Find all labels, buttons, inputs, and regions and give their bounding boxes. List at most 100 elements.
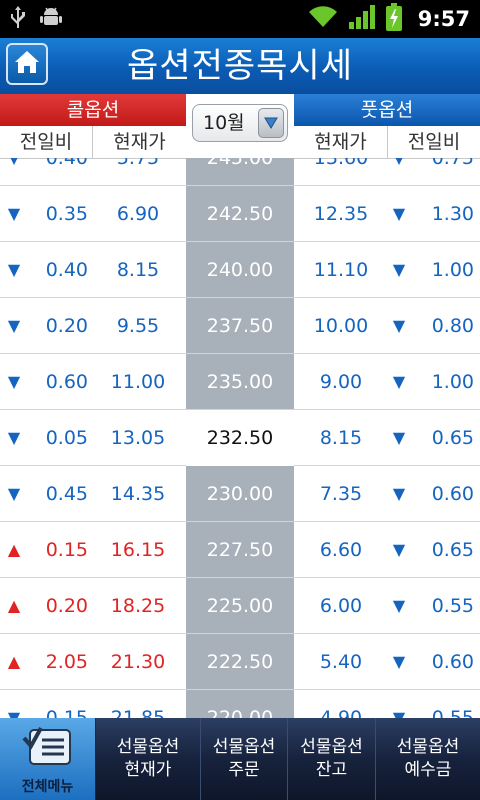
strike-price: 232.50 [186,410,294,466]
down-triangle-icon: ▼ [392,596,406,615]
month-select[interactable]: 10월 [192,104,288,142]
all-menu-label: 전체메뉴 [21,779,74,795]
put-change: 0.55 [431,595,474,617]
call-price: 21.85 [110,707,166,718]
down-triangle-icon: ▼ [7,708,21,718]
strike-price: 240.00 [206,259,274,281]
put-change: 1.00 [431,371,474,393]
call-change: 0.15 [45,539,88,561]
table-row[interactable]: ▼ 0.40 5.75 245.00 13.60 ▼ 0.75 [0,158,480,186]
table-row[interactable]: ▲ 2.05 21.30 222.50 5.40 ▼ 0.60 [0,634,480,690]
put-price: 6.60 [319,539,363,561]
button-label-line1: 선물옵션 [212,737,276,757]
button-label-line1: 선물옵션 [396,737,460,757]
all-menu-button[interactable]: 전체메뉴 [0,718,96,800]
call-change-header: 전일비 [0,126,93,159]
futures-options-price-button[interactable]: 선물옵션 현재가 [96,718,201,800]
call-price: 21.30 [110,651,166,673]
put-price: 4.90 [319,707,363,718]
table-row[interactable]: ▼ 0.35 6.90 242.50 12.35 ▼ 1.30 [0,186,480,242]
clock: 9:57 [417,7,470,31]
put-price: 13.60 [313,158,369,169]
option-quote-table[interactable]: ▼ 0.40 5.75 245.00 13.60 ▼ 0.75 ▼ 0.35 6.90 242.50… [0,158,480,718]
down-triangle-icon: ▼ [392,316,406,335]
down-triangle-icon: ▼ [392,484,406,503]
futures-options-deposit-button[interactable]: 선물옵션 예수금 [376,718,480,800]
strike-price: 222.50 [206,651,274,673]
month-value: 10월 [203,112,245,134]
table-row[interactable]: ▼ 0.05 13.05 232.50 8.15 ▼ 0.65 [0,410,480,466]
down-triangle-icon: ▼ [392,372,406,391]
button-label-line1: 선물옵션 [116,737,180,757]
put-change: 0.60 [431,483,474,505]
menu-list-icon [22,726,74,774]
strike-price: 237.50 [206,315,274,337]
put-change: 0.55 [431,707,474,718]
put-change: 0.65 [431,539,474,561]
call-price: 5.75 [116,158,160,169]
put-price: 12.35 [313,203,369,225]
call-change: 0.40 [45,158,88,169]
month-selector-area: 10월 [186,94,294,158]
put-change: 0.75 [431,158,474,169]
call-change: 0.20 [45,595,88,617]
wifi-icon [308,5,338,33]
android-debug-icon [40,6,62,32]
futures-options-order-button[interactable]: 선물옵션 주문 [201,718,288,800]
button-label-line2: 잔고 [315,760,348,780]
put-change: 1.00 [431,259,474,281]
table-row[interactable]: ▼ 0.15 21.85 220.00 4.90 ▼ 0.55 [0,690,480,718]
call-price: 11.00 [110,371,166,393]
strike-price: 235.00 [206,371,274,393]
down-triangle-icon: ▼ [7,204,21,223]
call-change: 2.05 [45,651,88,673]
button-label-line2: 주문 [228,760,260,780]
put-option-header: 풋옵션 [294,94,480,126]
call-price: 6.90 [116,203,160,225]
call-change: 0.05 [45,427,88,449]
table-rows: ▼ 0.40 5.75 245.00 13.60 ▼ 0.75 ▼ 0.35 6.90 242.50… [0,158,480,718]
page-title: 옵션전종목시세 [127,46,353,86]
button-label-line2: 예수금 [404,760,452,780]
bottom-bar: 전체메뉴 선물옵션 현재가 선물옵션 주문 선물옵션 잔고 선물옵션 예수금 [0,718,480,800]
call-price: 16.15 [110,539,166,561]
call-change: 0.45 [45,483,88,505]
call-change: 0.35 [45,203,88,225]
put-price: 6.00 [319,595,363,617]
home-button[interactable] [6,43,48,85]
put-price: 11.10 [313,259,369,281]
table-row[interactable]: ▼ 0.40 8.15 240.00 11.10 ▼ 1.00 [0,242,480,298]
call-change: 0.40 [45,259,88,281]
call-price: 18.25 [110,595,166,617]
up-triangle-icon: ▲ [7,540,21,559]
down-triangle-icon: ▼ [7,372,21,391]
down-triangle-icon: ▼ [392,652,406,671]
down-triangle-icon: ▼ [392,708,406,718]
put-change: 0.65 [431,427,474,449]
table-row[interactable]: ▼ 0.45 14.35 230.00 7.35 ▼ 0.60 [0,466,480,522]
table-row[interactable]: ▲ 0.20 18.25 225.00 6.00 ▼ 0.55 [0,578,480,634]
call-change: 0.60 [45,371,88,393]
down-triangle-icon: ▼ [392,204,406,223]
down-triangle-icon: ▼ [389,158,409,186]
put-change: 0.80 [431,315,474,337]
put-price: 8.15 [319,427,363,449]
table-row[interactable]: ▼ 0.20 9.55 237.50 10.00 ▼ 0.80 [0,298,480,354]
down-triangle-icon: ▼ [7,484,21,503]
home-icon [14,50,40,78]
down-triangle-icon: ▼ [7,316,21,335]
put-price: 7.35 [319,483,363,505]
strike-price: 245.00 [206,158,274,169]
call-change: 0.15 [45,707,88,718]
signal-icon [348,4,376,34]
down-triangle-icon: ▼ [7,428,21,447]
strike-price: 230.00 [206,483,274,505]
chevron-down-icon[interactable] [258,108,284,138]
futures-options-balance-button[interactable]: 선물옵션 잔고 [288,718,376,800]
button-label-line2: 현재가 [124,760,172,780]
table-row[interactable]: ▲ 0.15 16.15 227.50 6.60 ▼ 0.65 [0,522,480,578]
down-triangle-icon: ▼ [392,428,406,447]
strike-price: 242.50 [206,203,274,225]
table-row[interactable]: ▼ 0.60 11.00 235.00 9.00 ▼ 1.00 [0,354,480,410]
call-option-header: 콜옵션 [0,94,186,126]
